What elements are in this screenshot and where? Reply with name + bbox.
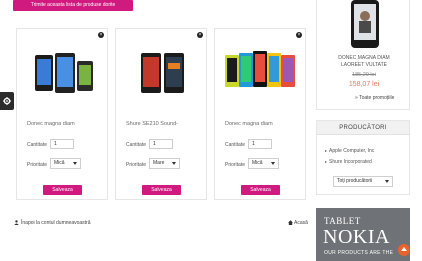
product-name[interactable]: Donec magna diam	[27, 121, 75, 127]
product-card: × Shure SE210 Sound- Cantitate 1 Priorit…	[115, 28, 207, 200]
save-button[interactable]: Salveaza	[43, 185, 82, 195]
home-link[interactable]: Acasă	[288, 220, 308, 226]
quantity-label: Cantitate	[126, 142, 147, 148]
chevron-down-icon	[385, 180, 389, 183]
chevron-down-icon	[73, 162, 77, 165]
product-card: × Donec magna diam Cantitate 1 Prioritat…	[214, 28, 306, 200]
quantity-input[interactable]: 1	[50, 139, 74, 149]
priority-select[interactable]: Mare	[149, 158, 180, 169]
priority-value: Mică	[54, 160, 65, 166]
arrow-up-icon[interactable]	[398, 244, 410, 256]
quantity-input[interactable]: 1	[248, 139, 272, 149]
priority-select[interactable]: Mică	[248, 158, 279, 169]
product-name[interactable]: Shure SE210 Sound-	[126, 121, 178, 127]
banner-line2: NOKIA	[323, 226, 390, 248]
product-image[interactable]	[124, 43, 200, 103]
product-image[interactable]	[223, 43, 299, 103]
user-icon	[14, 220, 19, 225]
settings-toggle[interactable]	[0, 92, 14, 110]
producers-select[interactable]: Toți producătorii	[333, 176, 393, 187]
chevron-down-icon	[271, 162, 275, 165]
home-link-label: Acasă	[294, 220, 308, 226]
product-name[interactable]: Donec magna diam	[225, 121, 273, 127]
promo-product-image[interactable]	[347, 0, 383, 50]
priority-value: Mică	[252, 160, 263, 166]
product-image[interactable]	[25, 43, 101, 103]
close-icon[interactable]: ×	[197, 32, 203, 38]
promo-name-line2: LAOREET VULTATE	[340, 62, 388, 68]
old-price: 185,29 lei	[352, 72, 376, 78]
promo-name-line1: DONEC MAGNA DIAM	[338, 55, 390, 61]
back-link-label: Înapoi la contul dumneavoastră	[21, 220, 91, 226]
close-icon[interactable]: ×	[98, 32, 104, 38]
priority-label: Prioritate	[225, 162, 246, 168]
chevron-down-icon	[172, 162, 176, 165]
quantity-label: Cantitate	[27, 142, 48, 148]
save-button[interactable]: Salveaza	[142, 185, 181, 195]
priority-label: Prioritate	[126, 162, 147, 168]
quantity-label: Cantitate	[225, 142, 246, 148]
new-price: 158,07 lei	[348, 81, 380, 88]
priority-value: Mare	[153, 160, 165, 166]
quantity-input[interactable]: 1	[149, 139, 173, 149]
close-icon[interactable]: ×	[296, 32, 302, 38]
back-to-account-link[interactable]: Înapoi la contul dumneavoastră	[14, 220, 91, 226]
producers-select-value: Toți producătorii	[337, 178, 373, 184]
wishlist-products: × Donec magna diam Cantitate 1 Prioritat…	[16, 28, 306, 200]
producers-title: PRODUCĂTORI	[317, 121, 409, 135]
banner-line3: OUR PRODUCTS ARE THE	[324, 250, 394, 256]
priority-select[interactable]: Mică	[50, 158, 81, 169]
priority-label: Prioritate	[27, 162, 48, 168]
tablet-banner[interactable]: TABLET NOKIA OUR PRODUCTS ARE THE	[316, 208, 410, 261]
producer-item[interactable]: Shure Incorporated	[325, 159, 372, 165]
gear-icon	[3, 97, 11, 105]
sidebar: DONEC MAGNA DIAM LAOREET VULTATE 185,29 …	[316, 0, 422, 261]
producer-item[interactable]: Apple Computer, Inc	[325, 148, 374, 154]
promo-product-name[interactable]: DONEC MAGNA DIAM LAOREET VULTATE	[317, 55, 411, 69]
product-card: × Donec magna diam Cantitate 1 Prioritat…	[16, 28, 108, 200]
producers-block: PRODUCĂTORI Apple Computer, Inc Shure In…	[316, 120, 410, 195]
all-promotions-link[interactable]: » Toate promoțiile	[355, 95, 394, 101]
promo-block: DONEC MAGNA DIAM LAOREET VULTATE 185,29 …	[316, 0, 410, 110]
banner-line1: TABLET	[324, 216, 361, 226]
save-button[interactable]: Salveaza	[241, 185, 280, 195]
home-icon	[288, 220, 293, 225]
send-wishlist-button[interactable]: Trimite aceasta lista de produse dorite	[13, 0, 133, 11]
